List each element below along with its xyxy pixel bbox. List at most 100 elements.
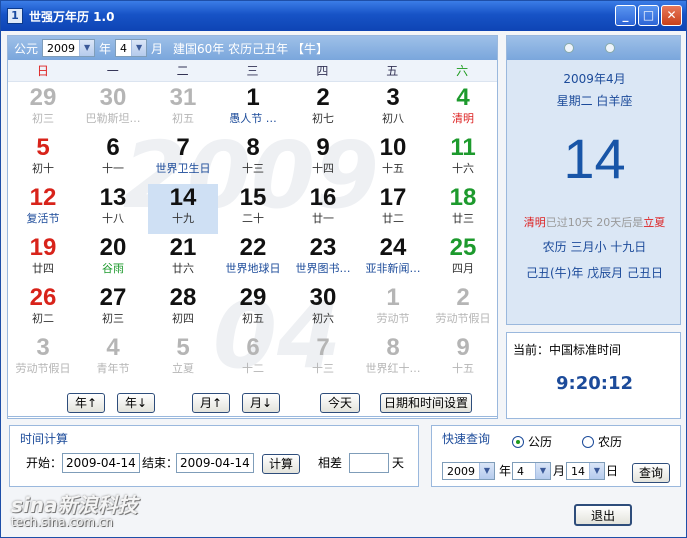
lunar-radio[interactable]: 农历 [582, 433, 622, 450]
day-cell[interactable]: 10 十五 [358, 134, 428, 184]
sina-url: tech.sina.com.cn [11, 515, 114, 529]
start-date-input[interactable]: 2009-04-14 [62, 453, 140, 473]
day-cell[interactable]: 7 世界卫生日 [148, 134, 218, 184]
lunar-label: 青年节 [96, 362, 130, 375]
day-number: 28 [169, 284, 197, 311]
lunar-label: 复活节 [26, 212, 60, 225]
day-cell[interactable]: 8 十三 [218, 134, 288, 184]
day-number: 4 [106, 334, 120, 361]
close-button[interactable]: ✕ [661, 5, 682, 26]
day-grid: 2009 04 29 初三 30 巴勒斯坦… 31 初五 1 愚人节 … 2 初七 3 初八 4 清明 5 初… [8, 82, 497, 398]
next-month-button[interactable]: 月↓ [242, 393, 280, 413]
weekday-wed: 三 [246, 64, 259, 78]
day-cell[interactable]: 22 世界地球日 [218, 234, 288, 284]
exit-button[interactable]: 退出 [574, 504, 632, 526]
day-cell[interactable]: 19 廿四 [8, 234, 78, 284]
day-cell[interactable]: 21 廿六 [148, 234, 218, 284]
title-bar[interactable]: 1 世强万年历 1.0 _ □ ✕ [1, 1, 686, 31]
diff-input[interactable] [349, 453, 389, 473]
quick-query-group: 快速查询 公历 农历 2009 ▼ 年 4 ▼ 月 14 ▼ 日 查询 [431, 425, 681, 487]
day-cell[interactable]: 5 立夏 [148, 334, 218, 384]
day-cell[interactable]: 29 初五 [218, 284, 288, 334]
day-cell[interactable]: 4 清明 [428, 84, 497, 134]
day-cell-today[interactable]: 14 十九 [148, 184, 218, 234]
day-cell[interactable]: 30 巴勒斯坦… [78, 84, 148, 134]
sina-logo: sina新浪科技 [11, 493, 138, 517]
minimize-button[interactable]: _ [615, 5, 636, 26]
day-cell[interactable]: 20 谷雨 [78, 234, 148, 284]
lunar-label: 十五 [452, 362, 474, 375]
nav-bar: 年↑ 年↓ 月↑ 月↓ 今天 日期和时间设置 [7, 389, 498, 417]
lunar-label: 廿六 [172, 262, 194, 275]
lunar-label: 世界卫生日 [155, 162, 211, 175]
day-cell[interactable]: 18 廿三 [428, 184, 497, 234]
day-number: 26 [29, 284, 57, 311]
day-cell[interactable]: 29 初三 [8, 84, 78, 134]
datetime-settings-button[interactable]: 日期和时间设置 [380, 393, 472, 413]
day-number: 2 [456, 284, 470, 311]
day-cell[interactable]: 26 初二 [8, 284, 78, 334]
day-cell[interactable]: 11 十六 [428, 134, 497, 184]
day-cell[interactable]: 16 廿一 [288, 184, 358, 234]
day-cell[interactable]: 31 初五 [148, 84, 218, 134]
day-cell[interactable]: 24 亚非新闻… [358, 234, 428, 284]
day-cell[interactable]: 8 世界红十… [358, 334, 428, 384]
weekday-tue: 二 [176, 64, 189, 78]
day-cell[interactable]: 7 十三 [288, 334, 358, 384]
days-unit-label: 天 [392, 456, 405, 470]
day-cell[interactable]: 13 十八 [78, 184, 148, 234]
time-calc-title: 时间计算 [20, 432, 69, 446]
day-number: 21 [169, 234, 197, 261]
month-select[interactable]: 4 ▼ [115, 39, 148, 57]
day-cell[interactable]: 25 四月 [428, 234, 497, 284]
day-cell[interactable]: 3 劳动节假日 [8, 334, 78, 384]
year-select[interactable]: 2009 ▼ [42, 39, 96, 57]
lunar-label: 廿二 [382, 212, 404, 225]
lunar-label: 十八 [102, 212, 124, 225]
day-cell[interactable]: 1 劳动节 [358, 284, 428, 334]
next-year-button[interactable]: 年↓ [117, 393, 155, 413]
day-cell[interactable]: 27 初三 [78, 284, 148, 334]
day-cell[interactable]: 1 愚人节 … [218, 84, 288, 134]
lunar-label: 十三 [312, 362, 334, 375]
day-cell[interactable]: 2 初七 [288, 84, 358, 134]
day-cell[interactable]: 30 初六 [288, 284, 358, 334]
query-day-select[interactable]: 14 ▼ [566, 462, 605, 480]
lunar-label: 初五 [172, 112, 194, 125]
day-cell[interactable]: 2 劳动节假日 [428, 284, 497, 334]
lunar-label: 十二 [242, 362, 264, 375]
lunar-label: 世界红十… [365, 362, 421, 375]
query-year-select[interactable]: 2009 ▼ [442, 462, 495, 480]
day-cell[interactable]: 5 初十 [8, 134, 78, 184]
day-cell[interactable]: 9 十四 [288, 134, 358, 184]
maximize-button[interactable]: □ [638, 5, 659, 26]
big-day-number: 14 [563, 127, 626, 190]
day-cell[interactable]: 4 青年节 [78, 334, 148, 384]
day-cell[interactable]: 12 复活节 [8, 184, 78, 234]
weekday-thu: 四 [316, 64, 329, 78]
query-month-select[interactable]: 4 ▼ [512, 462, 551, 480]
weekday-sat: 六 [456, 64, 469, 78]
day-cell[interactable]: 28 初四 [148, 284, 218, 334]
weekday-fri: 五 [386, 64, 399, 78]
calendar-header: 公元 2009 ▼ 年 4 ▼ 月 建国60年 农历己丑年 【牛】 [8, 36, 497, 60]
today-button[interactable]: 今天 [320, 393, 360, 413]
chevron-down-icon: ▼ [589, 463, 604, 479]
end-date-input[interactable]: 2009-04-14 [176, 453, 254, 473]
calc-button[interactable]: 计算 [262, 454, 300, 474]
prev-year-button[interactable]: 年↑ [67, 393, 105, 413]
lunar-label: 十四 [312, 162, 334, 175]
day-cell[interactable]: 3 初八 [358, 84, 428, 134]
day-cell[interactable]: 6 十二 [218, 334, 288, 384]
day-cell[interactable]: 15 二十 [218, 184, 288, 234]
day-cell[interactable]: 6 十一 [78, 134, 148, 184]
timezone-label: 当前：中国标准时间 [513, 343, 622, 357]
day-cell[interactable]: 23 世界图书… [288, 234, 358, 284]
day-cell[interactable]: 17 廿二 [358, 184, 428, 234]
lunar-label: 初八 [382, 112, 404, 125]
era-label: 公元 [14, 41, 39, 56]
prev-month-button[interactable]: 月↑ [192, 393, 230, 413]
day-cell[interactable]: 9 十五 [428, 334, 497, 384]
solar-radio[interactable]: 公历 [512, 433, 552, 450]
query-button[interactable]: 查询 [632, 463, 670, 483]
